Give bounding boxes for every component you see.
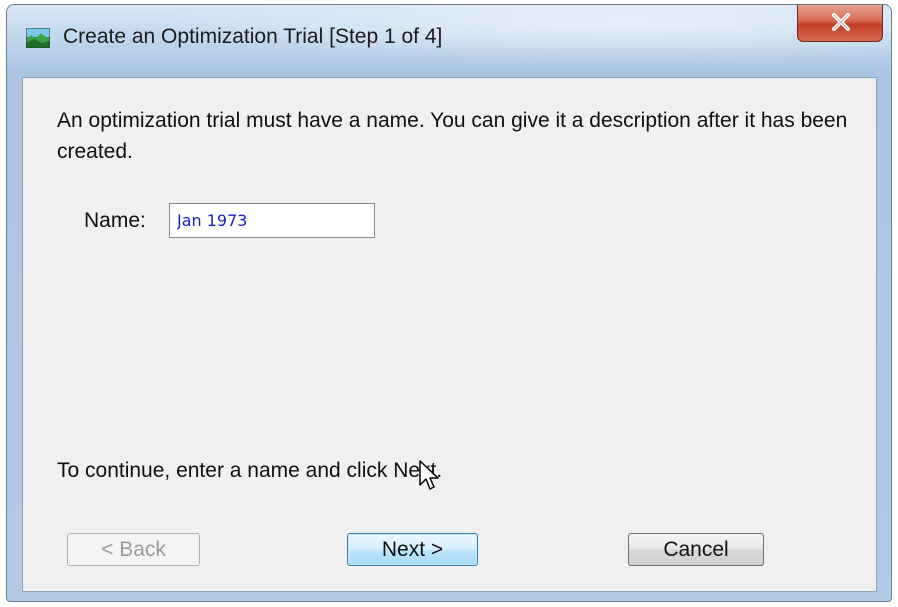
landscape-icon	[25, 27, 51, 49]
close-button[interactable]	[797, 5, 883, 42]
cancel-button[interactable]: Cancel	[628, 533, 764, 566]
back-button[interactable]: < Back	[67, 533, 200, 566]
mouse-pointer-icon	[419, 460, 439, 490]
window-title: Create an Optimization Trial [Step 1 of …	[63, 25, 443, 48]
instruction-text: To continue, enter a name and click Next…	[57, 459, 443, 482]
name-label: Name:	[84, 209, 146, 232]
title-bar[interactable]: Create an Optimization Trial [Step 1 of …	[7, 5, 891, 75]
description-text: An optimization trial must have a name. …	[57, 109, 848, 163]
next-button[interactable]: Next >	[347, 533, 478, 566]
close-icon	[832, 13, 850, 31]
dialog-window: Create an Optimization Trial [Step 1 of …	[6, 4, 892, 602]
dialog-body: An optimization trial must have a name. …	[22, 77, 877, 592]
name-input[interactable]	[169, 203, 375, 238]
